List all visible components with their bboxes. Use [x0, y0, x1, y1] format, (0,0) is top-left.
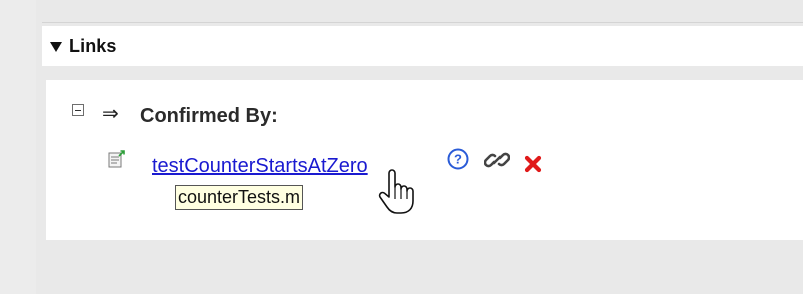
hand-pointer-icon	[378, 169, 414, 214]
svg-text:?: ?	[454, 152, 462, 167]
link-chain-icon[interactable]	[484, 147, 510, 173]
test-link[interactable]: testCounterStartsAtZero	[152, 154, 368, 178]
test-document-icon	[108, 150, 125, 168]
links-section-title: Links	[69, 35, 117, 56]
arrow-right-icon: ⇒	[102, 103, 119, 125]
confirmed-by-label: Confirmed By:	[140, 105, 278, 127]
triangle-down-icon[interactable]	[50, 41, 62, 52]
minus-box-icon[interactable]	[72, 104, 84, 116]
delete-icon[interactable]	[522, 153, 544, 175]
divider	[42, 22, 803, 23]
file-tooltip: counterTests.m	[175, 185, 304, 210]
links-section-header[interactable]: Links	[42, 26, 803, 66]
help-icon[interactable]: ?	[447, 148, 469, 170]
